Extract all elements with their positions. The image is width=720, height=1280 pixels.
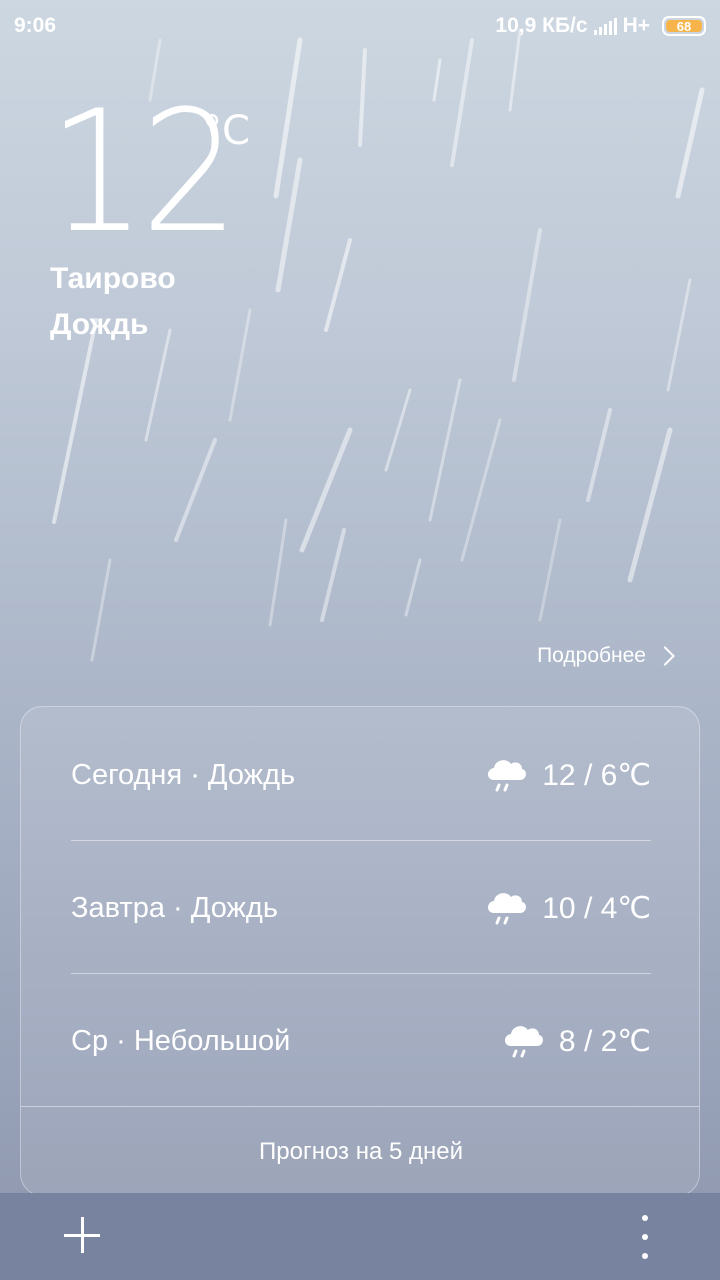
chevron-right-icon bbox=[655, 646, 675, 666]
forecast-day-label: Ср · Небольшой bbox=[71, 1024, 291, 1057]
signal-bars-icon bbox=[593, 17, 617, 35]
city-name[interactable]: Таирово bbox=[50, 262, 176, 296]
forecast-row-wednesday[interactable]: Ср · Небольшой 8 / 2℃ bbox=[71, 975, 651, 1107]
more-vertical-icon[interactable] bbox=[628, 1215, 662, 1259]
temperature-unit: °C bbox=[202, 108, 250, 154]
divider bbox=[71, 973, 651, 974]
forecast-temps: 12 / 6℃ bbox=[542, 758, 651, 792]
battery-level: 68 bbox=[676, 18, 692, 34]
status-indicators: 10,9 КБ/с H+ 68 bbox=[495, 14, 706, 38]
forecast-day-values: 12 / 6℃ bbox=[484, 754, 651, 796]
divider bbox=[71, 840, 651, 841]
five-day-forecast-label: Прогноз на 5 дней bbox=[259, 1138, 463, 1165]
current-condition: Дождь bbox=[50, 308, 149, 341]
plus-icon[interactable] bbox=[62, 1215, 102, 1255]
cloud-rain-icon bbox=[504, 1026, 543, 1058]
network-speed: 10,9 КБ/с bbox=[495, 14, 588, 37]
status-bar: 9:06 10,9 КБ/с H+ 68 bbox=[0, 0, 720, 52]
battery-icon: 68 bbox=[662, 16, 706, 36]
forecast-temps: 10 / 4℃ bbox=[542, 891, 651, 925]
forecast-day-label: Завтра · Дождь bbox=[71, 891, 278, 924]
forecast-row-tomorrow[interactable]: Завтра · Дождь 10 / 4℃ bbox=[71, 842, 651, 974]
weather-screen: 9:06 10,9 КБ/с H+ 68 12 °C Таирово Дождь… bbox=[0, 0, 720, 1280]
forecast-temps: 8 / 2℃ bbox=[558, 1024, 651, 1058]
five-day-forecast-button[interactable]: Прогноз на 5 дней bbox=[21, 1107, 699, 1195]
cloud-rain-icon bbox=[488, 893, 527, 925]
cloud-rain-icon bbox=[488, 760, 527, 792]
forecast-card: Сегодня · Дождь 12 / 6℃ Завтра · Дождь 1… bbox=[20, 706, 700, 1196]
forecast-day-values: 10 / 4℃ bbox=[484, 887, 651, 929]
forecast-row-today[interactable]: Сегодня · Дождь 12 / 6℃ bbox=[71, 709, 651, 841]
bottom-bar bbox=[0, 1193, 720, 1280]
status-time: 9:06 bbox=[14, 14, 57, 37]
details-link-label: Подробнее bbox=[537, 644, 646, 667]
forecast-day-values: 8 / 2℃ bbox=[501, 1020, 651, 1062]
details-link[interactable]: Подробнее bbox=[537, 644, 675, 668]
network-type: H+ bbox=[622, 14, 650, 37]
forecast-day-label: Сегодня · Дождь bbox=[71, 758, 296, 791]
